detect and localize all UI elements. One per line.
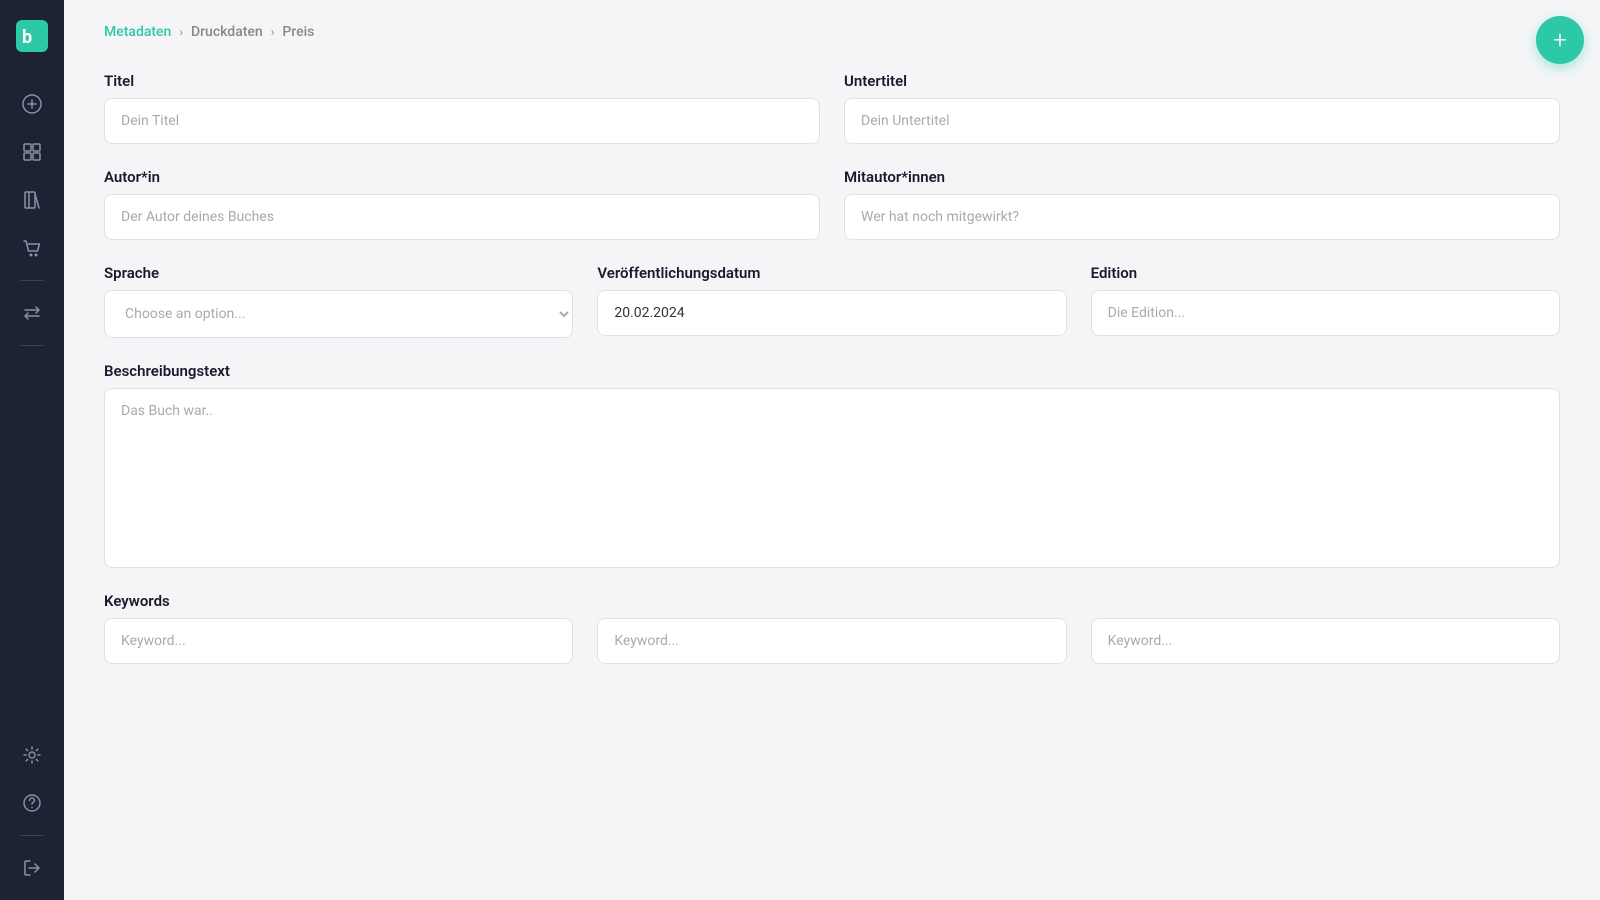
sprache-group: Sprache Choose an option... Deutsch Engl… [104, 264, 573, 338]
sidebar-divider-1 [20, 280, 44, 281]
datum-input[interactable] [597, 290, 1066, 336]
breadcrumb-item-metadaten[interactable]: Metadaten [104, 24, 171, 40]
keyword3-group [1091, 618, 1560, 664]
titel-input[interactable] [104, 98, 820, 144]
edition-input[interactable] [1091, 290, 1560, 336]
titel-group: Titel [104, 72, 820, 144]
sprache-row: Sprache Choose an option... Deutsch Engl… [104, 264, 1560, 338]
breadcrumb-item-preis[interactable]: Preis [282, 24, 314, 40]
sidebar: b [0, 0, 64, 900]
fab-add-button[interactable]: + [1536, 16, 1584, 64]
sidebar-item-help[interactable] [12, 783, 52, 823]
mitautor-label: Mitautor*innen [844, 168, 1560, 186]
keyword1-group [104, 618, 573, 664]
sidebar-divider-3 [20, 835, 44, 836]
beschreibung-textarea[interactable] [104, 388, 1560, 568]
beschreibung-label: Beschreibungstext [104, 362, 1560, 380]
titel-label: Titel [104, 72, 820, 90]
breadcrumb-chevron-1: › [179, 25, 183, 39]
untertitel-group: Untertitel [844, 72, 1560, 144]
sprache-select[interactable]: Choose an option... Deutsch English Fran… [104, 290, 573, 338]
datum-group: Veröffentlichungsdatum [597, 264, 1066, 338]
untertitel-label: Untertitel [844, 72, 1560, 90]
keywords-row [104, 618, 1560, 664]
sidebar-item-add[interactable] [12, 84, 52, 124]
sidebar-item-settings[interactable] [12, 735, 52, 775]
edition-label: Edition [1091, 264, 1560, 282]
titel-row: Titel Untertitel [104, 72, 1560, 144]
svg-text:b: b [22, 27, 32, 48]
keyword2-group [597, 618, 1066, 664]
keyword1-input[interactable] [104, 618, 573, 664]
autor-group: Autor*in [104, 168, 820, 240]
keywords-label: Keywords [104, 592, 1560, 610]
breadcrumb-item-druckdaten[interactable]: Druckdaten [191, 24, 263, 40]
main-content: Metadaten › Druckdaten › Preis Titel Unt… [64, 0, 1600, 900]
sidebar-item-library[interactable] [12, 180, 52, 220]
sidebar-item-shop[interactable] [12, 228, 52, 268]
breadcrumb-chevron-2: › [271, 25, 275, 39]
sprache-label: Sprache [104, 264, 573, 282]
sidebar-divider-2 [20, 345, 44, 346]
beschreibung-group: Beschreibungstext [104, 362, 1560, 568]
autor-row: Autor*in Mitautor*innen [104, 168, 1560, 240]
sidebar-item-dashboard[interactable] [12, 132, 52, 172]
keyword3-input[interactable] [1091, 618, 1560, 664]
autor-input[interactable] [104, 194, 820, 240]
breadcrumb: Metadaten › Druckdaten › Preis [104, 24, 1560, 40]
sidebar-bottom [12, 735, 52, 888]
datum-label: Veröffentlichungsdatum [597, 264, 1066, 282]
sidebar-item-logout[interactable] [12, 848, 52, 888]
sidebar-logo[interactable]: b [8, 12, 56, 64]
mitautor-group: Mitautor*innen [844, 168, 1560, 240]
mitautor-input[interactable] [844, 194, 1560, 240]
untertitel-input[interactable] [844, 98, 1560, 144]
keyword2-input[interactable] [597, 618, 1066, 664]
keywords-group: Keywords [104, 592, 1560, 688]
autor-label: Autor*in [104, 168, 820, 186]
edition-group: Edition [1091, 264, 1560, 338]
sidebar-item-transfer[interactable] [12, 293, 52, 333]
